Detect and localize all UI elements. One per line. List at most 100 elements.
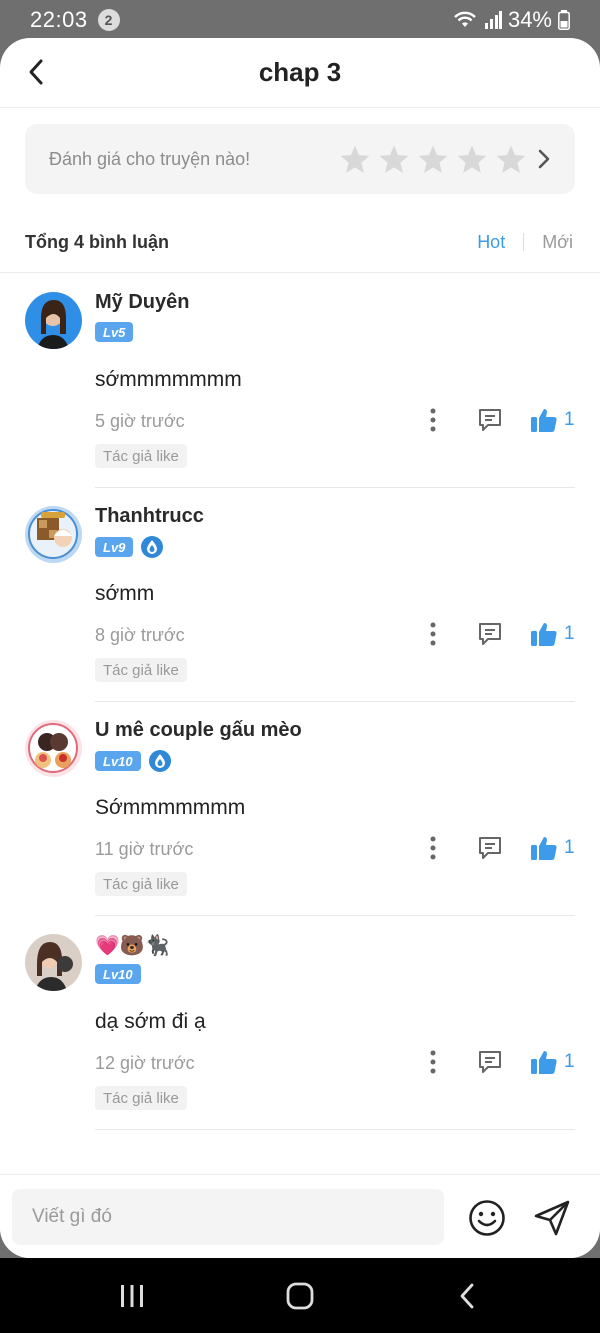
- user-badges: Lv10: [95, 750, 171, 772]
- star-icon[interactable]: [378, 144, 410, 175]
- signal-icon: [484, 11, 502, 29]
- back-button[interactable]: [18, 54, 54, 90]
- home-button[interactable]: [280, 1280, 320, 1312]
- rating-prompt: Đánh giá cho truyện nào!: [49, 148, 251, 169]
- comment-time: 5 giờ trước: [95, 411, 185, 431]
- rating-box[interactable]: Đánh giá cho truyện nào!: [25, 124, 575, 194]
- comment-icon: [479, 623, 501, 645]
- comment-item: Thanhtrucc Lv9 sớmm 8 giờ trước 1 Tác gi…: [0, 488, 600, 702]
- comments-sheet: chap 3 Đánh giá cho truyện nào! Tổng 4 b…: [0, 38, 600, 1258]
- username[interactable]: U mê couple gấu mèo: [95, 719, 302, 742]
- thumbs-up-icon: [531, 837, 557, 860]
- more-options-button[interactable]: [421, 1047, 445, 1077]
- tab-hot[interactable]: Hot: [475, 232, 507, 253]
- comment-icon: [479, 837, 501, 859]
- notification-count-badge: 2: [97, 9, 120, 31]
- avatar[interactable]: [25, 292, 82, 349]
- home-icon: [286, 1282, 314, 1310]
- user-badges: Lv10: [95, 964, 141, 984]
- like-button[interactable]: 1: [530, 404, 575, 436]
- status-bar: 22:03 2 34%: [0, 0, 600, 40]
- star-icon[interactable]: [339, 144, 371, 175]
- like-count: 1: [564, 1051, 575, 1072]
- tab-new[interactable]: Mới: [540, 232, 575, 253]
- rating-stars[interactable]: [339, 144, 527, 175]
- send-button[interactable]: [532, 1198, 572, 1238]
- battery-icon: [558, 10, 570, 30]
- system-nav-bar: [0, 1258, 600, 1333]
- comment-input[interactable]: [12, 1189, 444, 1245]
- like-button[interactable]: 1: [530, 618, 575, 650]
- more-vertical-icon: [430, 622, 436, 646]
- star-icon[interactable]: [456, 144, 488, 175]
- like-count: 1: [564, 409, 575, 430]
- vip-drop-icon: [148, 750, 171, 772]
- comment-item: 💗🐻🐈‍⬛ Lv10 dạ sớm đi ạ 12 giờ trước 1 Tá…: [0, 916, 600, 1130]
- avatar[interactable]: [25, 506, 82, 563]
- username[interactable]: 💗🐻🐈‍⬛: [95, 933, 170, 958]
- tab-separator: [523, 233, 525, 251]
- emoji-button[interactable]: [467, 1198, 507, 1238]
- username[interactable]: Mỹ Duyên: [95, 291, 189, 314]
- comments-summary: Tổng 4 bình luận Hot Mới: [25, 220, 575, 264]
- comment-icon: [479, 1051, 501, 1073]
- comment-text: Sớmmmmmmm: [95, 796, 246, 819]
- comment-time: 11 giờ trước: [95, 839, 194, 859]
- smiley-icon: [469, 1200, 505, 1236]
- more-vertical-icon: [430, 408, 436, 432]
- reply-button[interactable]: [474, 618, 506, 650]
- system-back-button[interactable]: [447, 1280, 487, 1312]
- recent-apps-button[interactable]: [112, 1280, 152, 1312]
- more-vertical-icon: [430, 1050, 436, 1074]
- author-like-badge: Tác giả like: [95, 1086, 187, 1110]
- user-badges: Lv9: [95, 536, 164, 558]
- like-button[interactable]: 1: [530, 832, 575, 864]
- page-title: chap 3: [258, 57, 342, 87]
- more-options-button[interactable]: [421, 619, 445, 649]
- comment-text: dạ sớm đi ạ: [95, 1010, 206, 1033]
- thumbs-up-icon: [531, 409, 557, 432]
- back-icon: [460, 1283, 474, 1309]
- reply-button[interactable]: [474, 1046, 506, 1078]
- user-badges: Lv5: [95, 322, 134, 342]
- like-button[interactable]: 1: [530, 1046, 575, 1078]
- more-options-button[interactable]: [421, 405, 445, 435]
- author-like-badge: Tác giả like: [95, 658, 187, 682]
- author-like-badge: Tác giả like: [95, 444, 187, 468]
- more-options-button[interactable]: [421, 833, 445, 863]
- send-icon: [534, 1200, 570, 1236]
- avatar[interactable]: [25, 720, 82, 777]
- level-badge: Lv5: [95, 322, 134, 342]
- recent-apps-icon: [121, 1285, 143, 1307]
- comment-input-bar: [0, 1174, 600, 1258]
- username[interactable]: Thanhtrucc: [95, 505, 204, 528]
- comment-count: Tổng 4 bình luận: [25, 231, 169, 252]
- comment-item: U mê couple gấu mèo Lv10 Sớmmmmmmm 11 gi…: [0, 702, 600, 916]
- comment-time: 12 giờ trước: [95, 1053, 195, 1073]
- more-vertical-icon: [430, 836, 436, 860]
- status-time: 22:03: [30, 7, 88, 32]
- like-count: 1: [564, 623, 575, 644]
- reply-button[interactable]: [474, 832, 506, 864]
- thumbs-up-icon: [531, 623, 557, 646]
- chevron-right-icon[interactable]: [537, 148, 551, 170]
- level-badge: Lv9: [95, 537, 134, 557]
- divider: [0, 272, 600, 273]
- comment-text: sớmmmmmmm: [95, 368, 242, 391]
- level-badge: Lv10: [95, 751, 141, 771]
- sort-tabs: Hot Mới: [475, 232, 575, 253]
- divider: [95, 1129, 575, 1130]
- comment-list: Mỹ Duyên Lv5 sớmmmmmmm 5 giờ trước 1 Tác…: [0, 274, 600, 1130]
- reply-button[interactable]: [474, 404, 506, 436]
- vip-drop-icon: [141, 536, 164, 558]
- author-like-badge: Tác giả like: [95, 872, 187, 896]
- level-badge: Lv10: [95, 964, 141, 984]
- comment-icon: [479, 409, 501, 431]
- chevron-left-icon: [29, 59, 43, 85]
- avatar[interactable]: [25, 934, 82, 991]
- header: chap 3: [0, 38, 600, 108]
- wifi-icon: [452, 10, 478, 30]
- star-icon[interactable]: [417, 144, 449, 175]
- star-icon[interactable]: [495, 144, 527, 175]
- thumbs-up-icon: [531, 1051, 557, 1074]
